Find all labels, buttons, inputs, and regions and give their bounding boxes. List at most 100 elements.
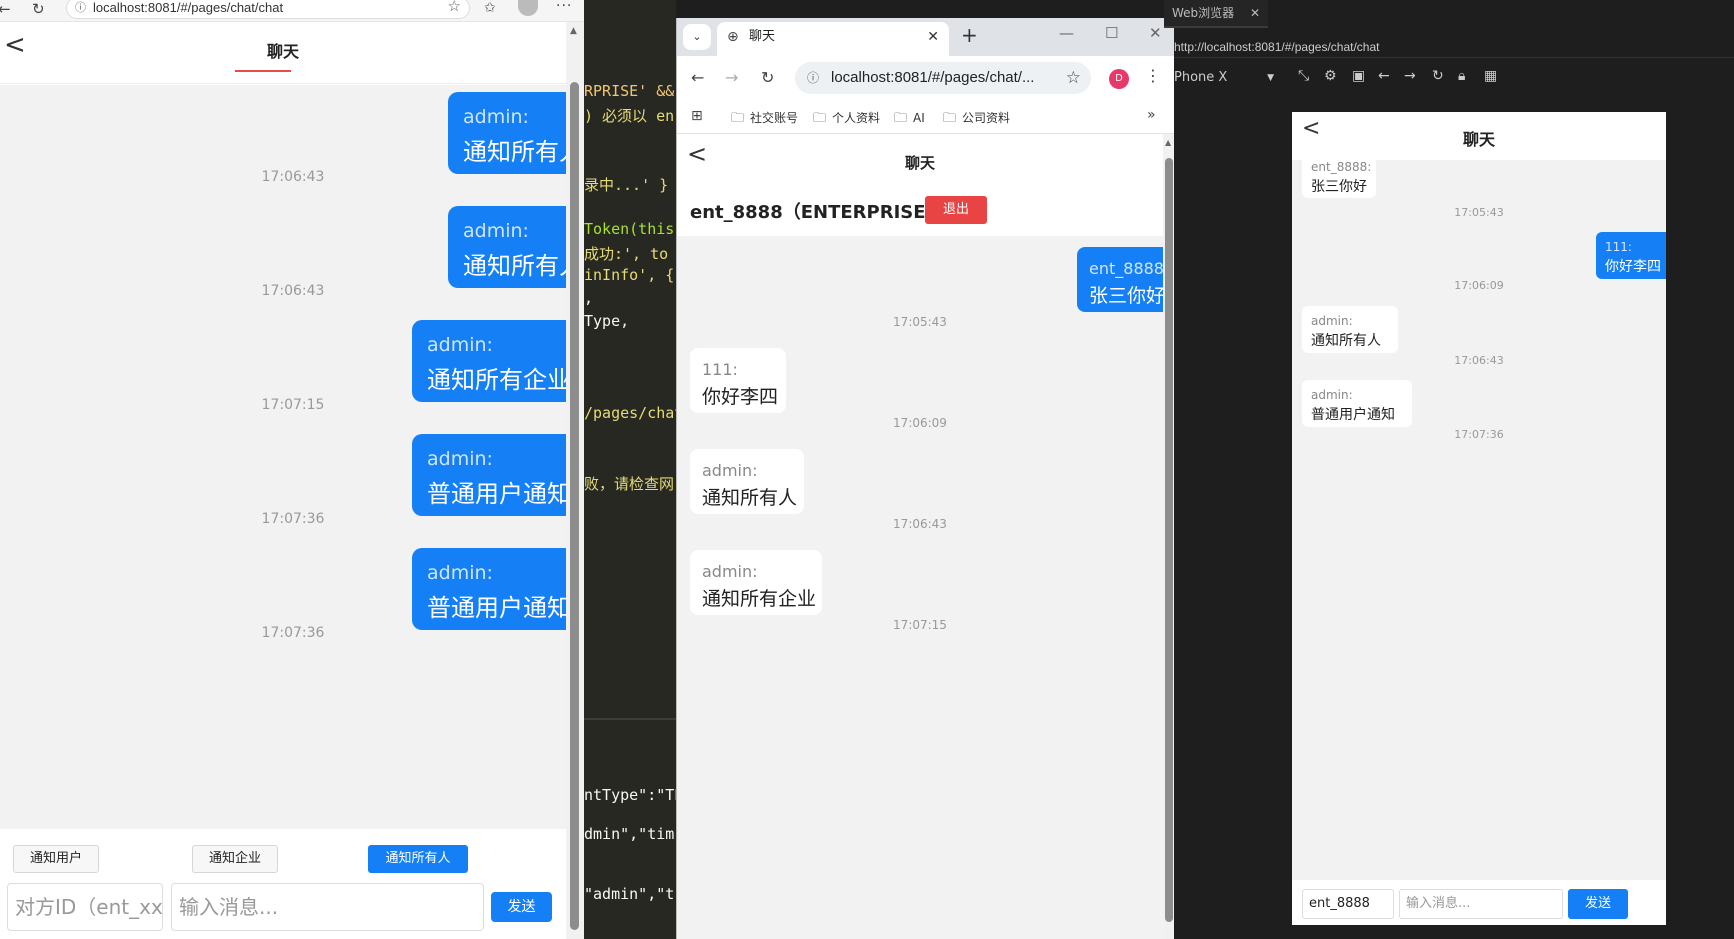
settings-icon[interactable]: ⚙ <box>1324 68 1337 84</box>
rotate-icon[interactable]: ⤡ <box>1298 68 1309 84</box>
message-time: 17:07:15 <box>893 618 947 632</box>
input-area: 通知用户 通知企业 通知所有人 对方ID（ent_xx 输入消息... 发送 <box>0 829 566 939</box>
screenshot-icon[interactable]: ▣ <box>1352 68 1365 84</box>
code-line: "admin","t <box>584 885 675 903</box>
scroll-up-icon[interactable]: ▲ <box>1165 138 1171 147</box>
notify-enterprises-button[interactable]: 通知企业 <box>192 845 278 873</box>
web-browser-tab[interactable]: Web浏览器 ✕ <box>1164 0 1268 28</box>
bookmark-folder[interactable]: 🗀 公司资料 <box>943 109 1010 131</box>
message-content: 通知所有人 <box>1311 333 1381 349</box>
more-bookmarks-icon[interactable]: » <box>1147 107 1156 123</box>
maximize-icon[interactable]: ☐ <box>1105 24 1118 42</box>
bookmark-folder[interactable]: 🗀 个人资料 <box>813 109 880 131</box>
reload-icon[interactable]: ↻ <box>32 0 45 18</box>
message-bubble: admin: 通知所有人 <box>448 92 566 174</box>
target-id-input[interactable]: 对方ID（ent_xx <box>7 883 163 931</box>
message-sender: admin: <box>463 106 529 128</box>
send-button[interactable]: 发送 <box>1568 889 1628 919</box>
message-time: 17:05:43 <box>893 315 947 329</box>
minimize-icon[interactable]: — <box>1059 24 1074 42</box>
message-sender: admin: <box>427 334 493 356</box>
logout-button[interactable]: 退出 <box>925 196 987 224</box>
message-sender: 111: <box>702 360 738 379</box>
forward-icon[interactable]: → <box>725 68 738 87</box>
address-bar[interactable]: ⓘ localhost:8081/#/pages/chat/... ☆ <box>795 62 1091 94</box>
close-tab-icon[interactable]: ✕ <box>927 22 939 52</box>
bookmark-label: 公司资料 <box>962 111 1011 125</box>
new-tab-icon[interactable]: + <box>961 23 978 47</box>
reload-icon[interactable]: ↻ <box>761 68 774 87</box>
message-time: 17:06:09 <box>1454 279 1504 292</box>
scroll-up-icon[interactable]: ▲ <box>570 26 577 36</box>
message-bubble: admin: 普通用户通知 <box>412 548 566 630</box>
bookmark-folder[interactable]: 🗀 AI <box>894 109 925 131</box>
send-button[interactable]: 发送 <box>491 892 552 922</box>
left-browser-toolbar: ← ↻ ⓘ localhost:8081/#/pages/chat/chat ☆… <box>0 0 584 22</box>
scrollbar-thumb[interactable] <box>1165 158 1173 922</box>
favorites-icon[interactable]: ✩ <box>484 0 496 16</box>
close-tab-icon[interactable]: ✕ <box>1250 0 1260 26</box>
message-time: 17:05:43 <box>1454 206 1504 219</box>
site-info-icon[interactable]: ⓘ <box>75 0 86 18</box>
folder-icon: 🗀 <box>943 111 957 126</box>
message-sender: admin: <box>702 562 758 581</box>
page-scrollbar[interactable]: ▲ <box>1163 134 1174 939</box>
message-bubble: admin: 通知所有企业 <box>690 550 822 615</box>
bookmark-label: 社交账号 <box>750 111 799 125</box>
message-sender: admin: <box>463 220 529 242</box>
reload-icon[interactable]: ↻ <box>1432 68 1444 84</box>
menu-icon[interactable]: ⋮ <box>1145 66 1161 85</box>
back-icon[interactable]: ← <box>691 68 704 87</box>
qrcode-icon[interactable]: ▦ <box>1484 68 1497 84</box>
address-toolbar: ← → ↻ ⓘ localhost:8081/#/pages/chat/... … <box>677 56 1174 100</box>
device-select[interactable]: Phone X ▼ <box>1174 66 1280 90</box>
message-time: 17:06:43 <box>261 283 325 299</box>
apps-icon[interactable]: ⊞ <box>691 108 703 124</box>
forward-icon[interactable]: → <box>1404 68 1416 84</box>
page-title: 聊天 <box>266 42 299 61</box>
message-list[interactable]: admin: 通知所有人 17:06:43 admin: 通知所有人 17:06… <box>0 85 566 829</box>
address-bar[interactable]: http://localhost:8081/#/pages/chat/chat <box>1174 36 1734 58</box>
lock-icon[interactable]: 🔒︎ <box>1458 68 1465 84</box>
tab-strip: ⌄ ⊕ 聊天 ✕ + — ☐ ✕ <box>677 18 1174 56</box>
message-bubble: admin: 通知所有人 <box>448 206 566 288</box>
back-icon[interactable]: ← <box>1378 68 1390 84</box>
close-window-icon[interactable]: ✕ <box>1149 24 1162 42</box>
message-sender: ent_8888: <box>1089 259 1163 278</box>
message-list[interactable]: ent_8888: 张三你好 17:05:43 111: 你好李四 17:06:… <box>677 236 1163 939</box>
bookmark-folder[interactable]: 🗀 社交账号 <box>731 109 798 131</box>
message-input[interactable]: 输入消息... <box>171 883 484 931</box>
message-time: 17:07:15 <box>261 397 325 413</box>
chevron-down-icon: ▼ <box>1267 73 1274 83</box>
message-content: 普通用户通知 <box>1311 407 1395 423</box>
user-label: ent_8888（ENTERPRISE） <box>690 202 944 223</box>
address-bar[interactable]: ⓘ localhost:8081/#/pages/chat/chat ☆ <box>66 0 470 19</box>
scrollbar-thumb[interactable] <box>570 82 579 930</box>
message-time: 17:06:43 <box>1454 354 1504 367</box>
star-icon[interactable]: ☆ <box>1066 62 1081 94</box>
code-line: Type, <box>584 312 630 330</box>
back-icon[interactable]: ← <box>0 0 11 18</box>
profile-icon[interactable]: D <box>1109 69 1129 89</box>
browser-tab[interactable]: ⊕ 聊天 ✕ <box>717 22 949 56</box>
folder-icon: 🗀 <box>894 111 908 126</box>
star-icon[interactable]: ☆ <box>448 0 461 17</box>
notify-users-button[interactable]: 通知用户 <box>13 845 99 873</box>
message-bubble: admin: 普通用户通知 <box>412 434 566 516</box>
profile-avatar[interactable] <box>518 0 538 16</box>
more-icon[interactable]: ··· <box>556 0 572 14</box>
message-sender: 111: <box>1605 240 1632 254</box>
bookmark-label: AI <box>913 111 925 125</box>
site-info-icon[interactable]: ⓘ <box>807 62 819 94</box>
message-input[interactable]: 输入消息... <box>1399 889 1563 919</box>
device-toolbar: Phone X ▼ ⤡ ⚙ ▣ ← → ↻ 🔒︎ ▦ <box>1174 66 1734 92</box>
target-id-input[interactable]: ent_8888 <box>1302 889 1394 919</box>
notify-all-button[interactable]: 通知所有人 <box>368 845 468 873</box>
message-bubble: 111: 你好李四 <box>1596 232 1666 279</box>
message-time: 17:06:09 <box>893 416 947 430</box>
message-list[interactable]: ent_8888: 张三你好 17:05:43 111: 你好李四 17:06:… <box>1292 160 1666 880</box>
message-content: 普通用户通知 <box>427 480 566 508</box>
page-scrollbar[interactable]: ▲ <box>566 22 584 939</box>
tab-search-icon[interactable]: ⌄ <box>683 24 711 50</box>
code-line: inInfo', { <box>584 266 675 284</box>
